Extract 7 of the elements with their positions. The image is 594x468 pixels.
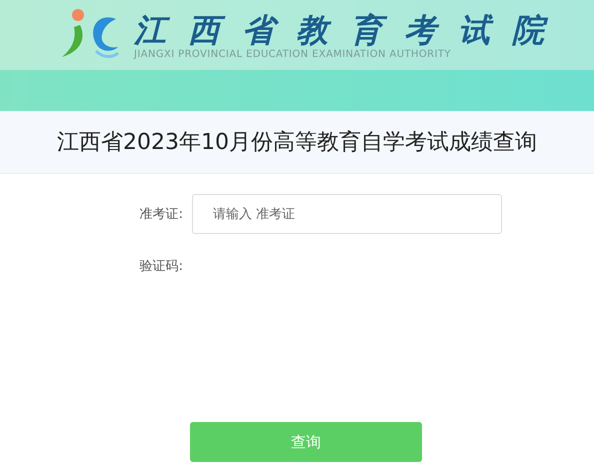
- org-name-english: JIANGXI PROVINCIAL EDUCATION EXAMINATION AUTHORITY: [134, 48, 452, 60]
- input-field[interactable]: 请输入 准考证: [192, 194, 502, 234]
- query-button[interactable]: 查询: [190, 422, 422, 462]
- page-title: 江西省2023年10月份高等教育自学考试成绩查询: [57, 129, 537, 157]
- org-name: 江西省教育考试院: [134, 10, 566, 48]
- field-label: 验证码:: [138, 258, 184, 275]
- field-label: 准考证:: [138, 206, 184, 223]
